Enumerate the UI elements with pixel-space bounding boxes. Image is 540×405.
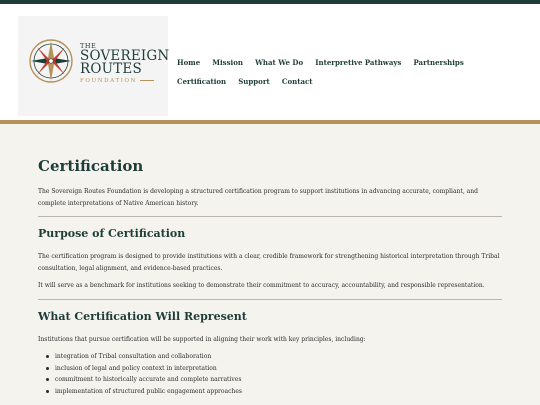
list-item: integration of Tribal consultation and c… bbox=[46, 351, 486, 363]
intro-paragraph: The Sovereign Routes Foundation is devel… bbox=[38, 188, 478, 207]
logo-foundation: FOUNDATION bbox=[80, 78, 169, 84]
nav-support[interactable]: Support bbox=[238, 76, 270, 88]
compass-rose-icon bbox=[29, 39, 73, 83]
site-logo[interactable]: THE SOVEREIGN ROUTES FOUNDATION bbox=[18, 16, 169, 116]
nav-interpretive-pathways[interactable]: Interpretive Pathways bbox=[315, 57, 401, 69]
header-divider bbox=[0, 120, 540, 124]
nav-contact[interactable]: Contact bbox=[282, 76, 313, 88]
nav-what-we-do[interactable]: What We Do bbox=[255, 57, 303, 69]
nav-partnerships[interactable]: Partnerships bbox=[413, 57, 463, 69]
purpose-paragraph-2: It will serve as a benchmark for institu… bbox=[38, 282, 485, 289]
section-heading-purpose: Purpose of Certification bbox=[38, 227, 186, 240]
site-header: THE SOVEREIGN ROUTES FOUNDATION Home Mis… bbox=[0, 4, 540, 122]
section-divider bbox=[38, 299, 502, 300]
section-divider bbox=[38, 216, 502, 217]
logo-wordmark: THE SOVEREIGN ROUTES FOUNDATION bbox=[80, 42, 169, 84]
section-heading-represent: What Certification Will Represent bbox=[38, 310, 247, 323]
purpose-paragraph-1: The certification program is designed to… bbox=[38, 253, 500, 272]
list-item: implementation of structured public enga… bbox=[46, 386, 486, 398]
principles-list: integration of Tribal consultation and c… bbox=[46, 351, 486, 397]
represent-paragraph: Institutions that pursue certification w… bbox=[38, 336, 366, 343]
nav-mission[interactable]: Mission bbox=[212, 57, 243, 69]
list-item: commitment to historically accurate and … bbox=[46, 374, 486, 386]
main-nav: Home Mission What We Do Interpretive Pat… bbox=[177, 50, 517, 88]
logo-line-2: ROUTES bbox=[80, 61, 142, 77]
nav-home[interactable]: Home bbox=[177, 57, 200, 69]
nav-certification[interactable]: Certification bbox=[177, 76, 226, 88]
list-item: inclusion of legal and policy context in… bbox=[46, 363, 486, 375]
page-title: Certification bbox=[38, 157, 144, 175]
